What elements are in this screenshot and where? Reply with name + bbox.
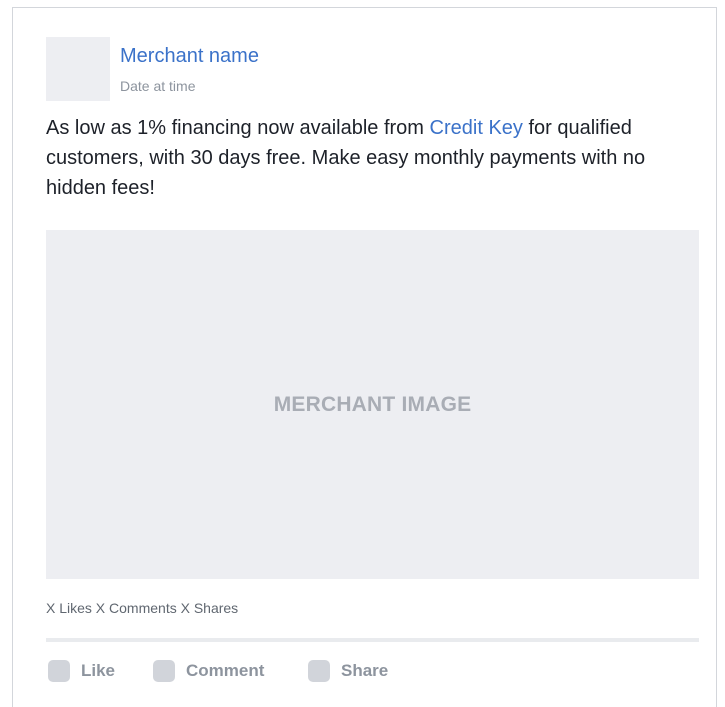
merchant-name-link[interactable]: Merchant name [120, 45, 259, 68]
merchant-image-label: MERCHANT IMAGE [273, 392, 472, 416]
credit-key-link[interactable]: Credit Key [430, 117, 523, 139]
share-button[interactable]: Share [308, 659, 388, 683]
merchant-avatar[interactable] [46, 37, 110, 101]
like-button[interactable]: Like [48, 659, 115, 683]
share-label: Share [341, 661, 389, 680]
share-icon [308, 660, 330, 682]
actions-divider [46, 638, 699, 642]
comment-button[interactable]: Comment [153, 659, 264, 683]
social-post-card: Merchant name Date at time As low as 1% … [12, 7, 717, 707]
post-body-text: As low as 1% financing now available fro… [46, 113, 676, 203]
post-timestamp: Date at time [120, 78, 196, 94]
post-body-intro: As low as 1% financing now available fro… [46, 117, 430, 139]
like-icon [48, 660, 70, 682]
like-label: Like [81, 661, 116, 680]
merchant-image-placeholder[interactable]: MERCHANT IMAGE [46, 230, 699, 579]
comment-icon [153, 660, 175, 682]
comment-label: Comment [186, 661, 265, 680]
post-engagement-stats[interactable]: X Likes X Comments X Shares [46, 600, 238, 616]
